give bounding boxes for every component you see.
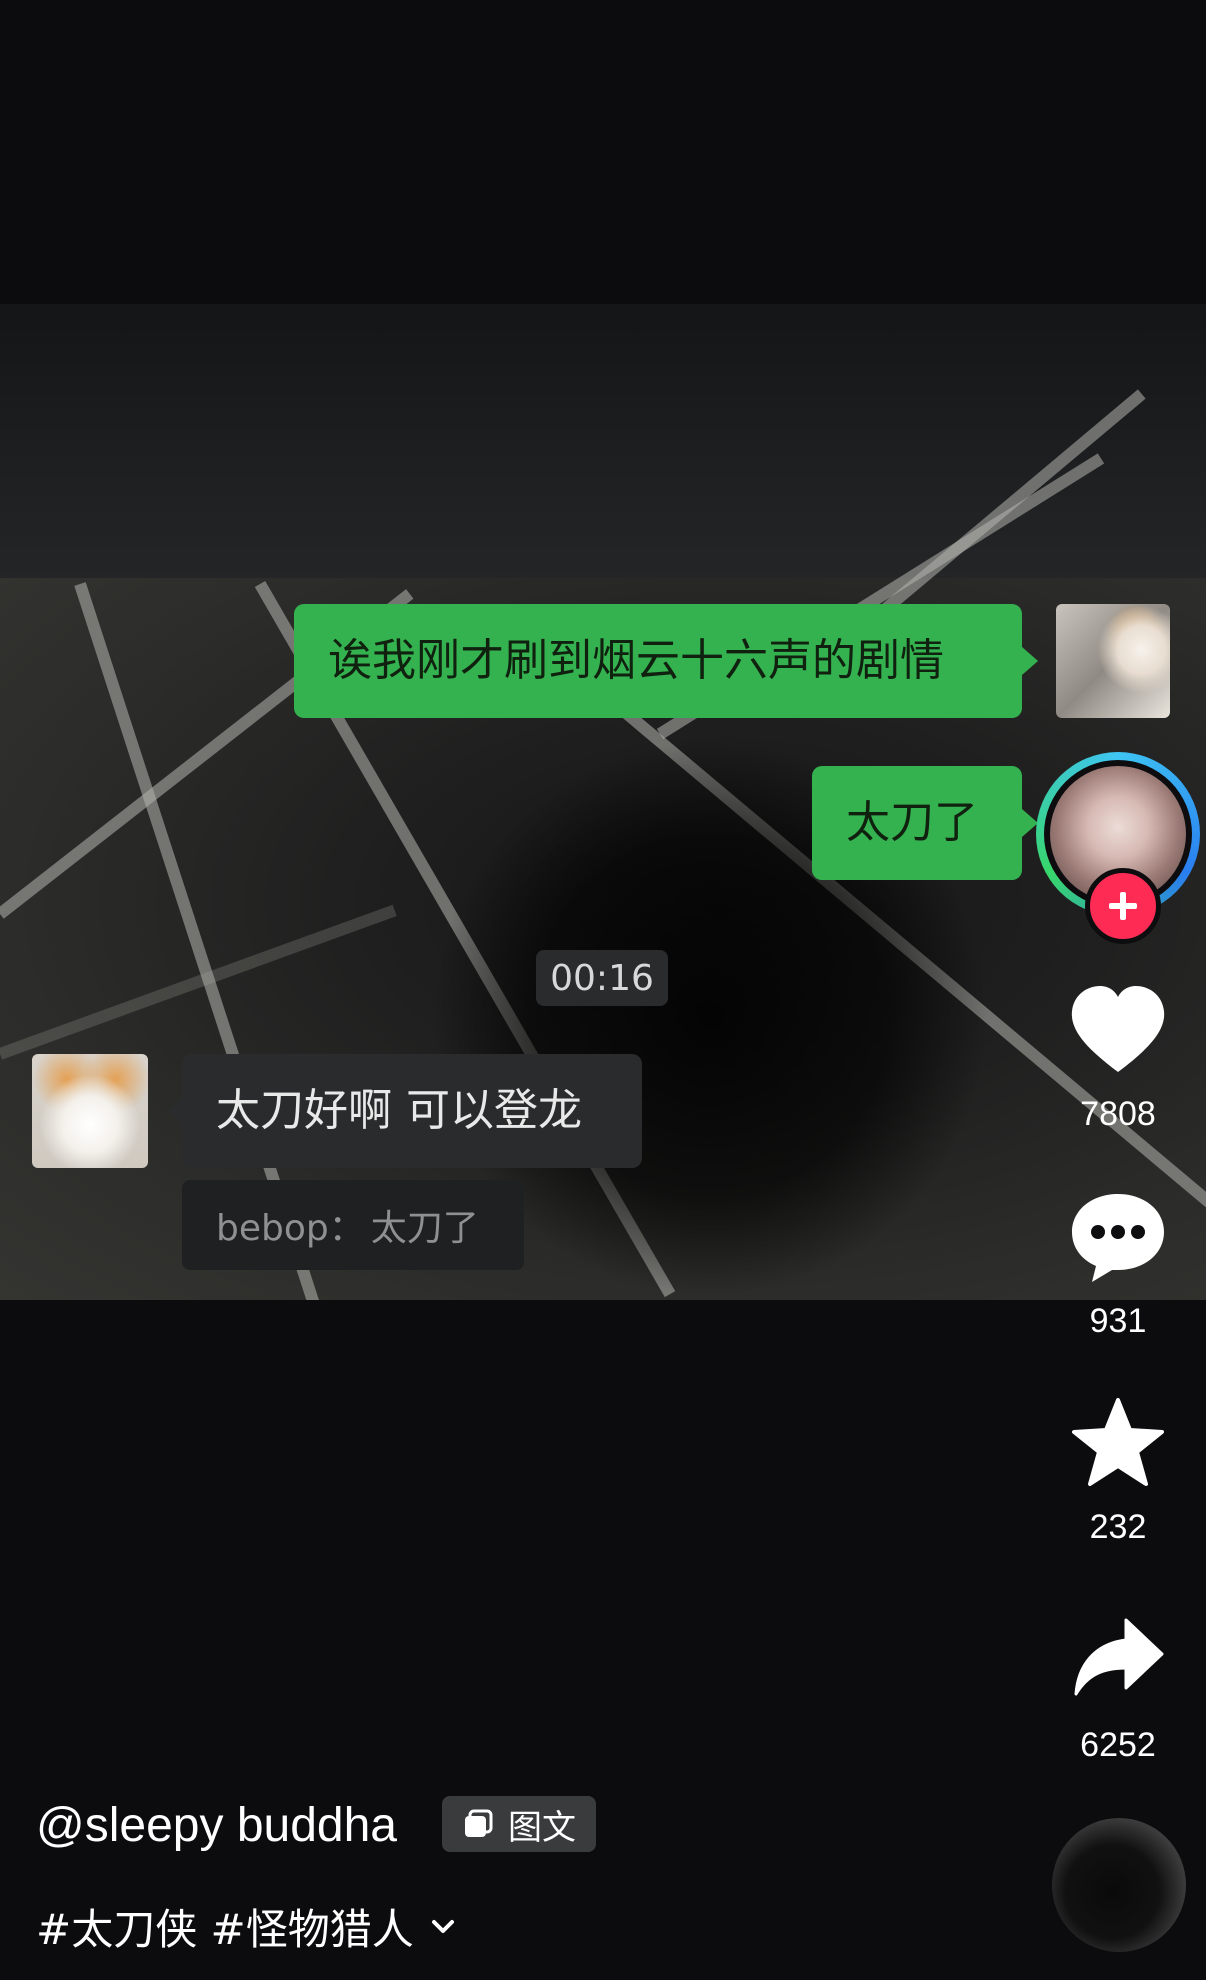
- like-button[interactable]: [1060, 984, 1176, 1076]
- chevron-down-icon[interactable]: [426, 1910, 460, 1944]
- music-disc[interactable]: [1052, 1818, 1186, 1952]
- hashtags[interactable]: #太刀侠 #怪物猎人: [36, 1896, 460, 1957]
- comment-button[interactable]: [1060, 1190, 1176, 1286]
- chat-timestamp: 00:16: [536, 950, 668, 1006]
- heart-icon: [1071, 986, 1165, 1072]
- hashtag-text[interactable]: #太刀侠 #怪物猎人: [36, 1896, 414, 1957]
- quoted-message: bebop： 太刀了: [182, 1180, 524, 1270]
- chat-message-sent-1: 诶我刚才刷到烟云十六声的剧情: [294, 604, 1038, 718]
- badge-label: 图文: [508, 1807, 576, 1848]
- share-count: 6252: [1080, 1726, 1156, 1764]
- chat-message-sent-2: 太刀了: [812, 766, 1038, 880]
- chat-message-text: 太刀了: [846, 797, 978, 848]
- image-top-area: [0, 304, 1206, 578]
- video-feed-page: 诶我刚才刷到烟云十六声的剧情 太刀了 00:16 太刀好啊 可以登龙 bebop…: [0, 0, 1206, 1980]
- image-stack-icon: [465, 1809, 493, 1837]
- timestamp-text: 00:16: [550, 957, 654, 999]
- like-count: 7808: [1080, 1095, 1156, 1133]
- sender-avatar[interactable]: [1056, 604, 1170, 718]
- receiver-avatar[interactable]: [32, 1054, 148, 1168]
- quote-author: bebop：: [216, 1208, 365, 1249]
- chat-message-text: 太刀好啊 可以登龙: [216, 1085, 582, 1136]
- plus-icon: [1109, 892, 1137, 920]
- share-button[interactable]: [1060, 1616, 1176, 1708]
- quote-text: 太刀了: [370, 1208, 479, 1249]
- post-type-badge: 图文: [442, 1796, 596, 1852]
- favorite-count: 232: [1089, 1508, 1147, 1546]
- author-username[interactable]: @sleepy buddha: [36, 1798, 397, 1853]
- comment-count: 931: [1089, 1302, 1147, 1340]
- follow-button[interactable]: [1085, 868, 1161, 944]
- share-arrow-icon: [1074, 1618, 1164, 1696]
- comment-bubble-icon: [1072, 1194, 1164, 1282]
- star-icon: [1072, 1398, 1164, 1486]
- chat-message-text: 诶我刚才刷到烟云十六声的剧情: [328, 635, 944, 686]
- chat-message-received: 太刀好啊 可以登龙: [168, 1054, 642, 1168]
- favorite-button[interactable]: [1060, 1396, 1176, 1488]
